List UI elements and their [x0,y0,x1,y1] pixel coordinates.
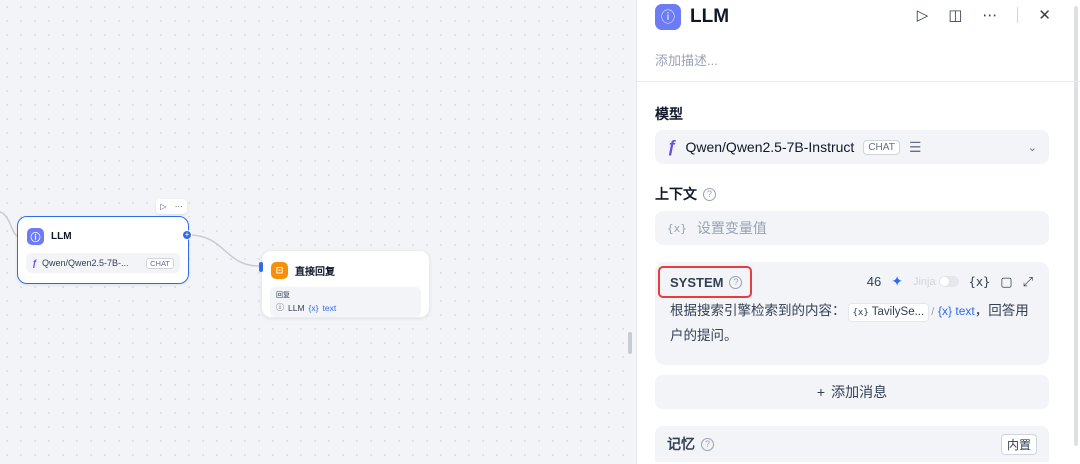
memory-section[interactable]: 记忆 ? 内置 [655,426,1049,462]
clipboard-icon[interactable]: ▢ [1000,274,1012,290]
panel-actions: ▷ ◫ ⋯ ✕ [917,6,1051,24]
llm-mini-icon: ⓘ [276,303,284,312]
expand-icon[interactable]: ⤢ [1023,274,1033,290]
model-mode-tag: CHAT [863,139,900,155]
reply-node-title: 直接回复 [295,267,335,278]
chevron-down-icon: ⌄ [1027,141,1037,154]
variable-pill[interactable]: {x} TavilySe... [847,303,930,322]
panel-resize-handle[interactable] [628,332,632,354]
prompt-text-before: 根据搜索引擎检索到的内容： [670,303,846,318]
model-label-text: 模型 [655,106,683,122]
jinja-toggle[interactable]: Jinja [913,276,959,288]
workflow-canvas[interactable]: ▷ ⋯ ⓘ LLM ƒ Qwen/Qwen2.5-7B-... CHAT + ⊡… [0,0,636,464]
insert-variable-icon[interactable]: {x} [969,275,991,289]
llm-node[interactable]: ⓘ LLM ƒ Qwen/Qwen2.5-7B-... CHAT + [17,216,192,284]
context-variable-input[interactable]: {x} 设置变量值 [655,211,1049,245]
system-role-label: SYSTEM ? [658,266,752,298]
play-icon[interactable]: ▷ [160,202,166,211]
sparkle-icon[interactable]: ✦ [891,273,903,290]
variable-separator: / [931,306,935,318]
model-provider-icon: ƒ [667,137,677,156]
reply-node-field: 回复 ⓘ LLM {x} text [270,287,421,317]
plus-icon: + [816,384,826,400]
memory-badge: 内置 [1000,433,1037,455]
variable-icon: {x} [308,302,319,313]
variable-icon: {x} [667,221,687,235]
jinja-label: Jinja [912,275,936,288]
model-provider-icon: ƒ [32,258,38,268]
more-icon[interactable]: ⋯ [982,6,997,24]
system-prompt-editor[interactable]: SYSTEM ? 46 ✦ Jinja {x} ▢ ⤢ 根据搜索引擎检索到的内容… [655,262,1049,365]
reply-node-input-handle[interactable] [259,262,263,272]
llm-node-model-name: Qwen/Qwen2.5-7B-... [42,258,129,268]
toggle-switch[interactable] [938,276,959,287]
llm-node-title: LLM [51,231,72,242]
variable-pill-name[interactable]: {x} text [938,304,975,318]
variable-icon: {x} [938,304,953,318]
add-message-button[interactable]: + 添加消息 [655,375,1049,409]
model-name: Qwen/Qwen2.5-7B-Instruct [685,139,855,155]
help-icon[interactable]: ? [701,437,714,451]
llm-node-model-tag: CHAT [146,257,174,269]
variable-icon: {x} [852,308,869,318]
variable-source: TavilySe... [871,306,925,318]
reply-node-field-label: 回复 [276,292,290,299]
reply-node[interactable]: ⊡ 直接回复 回复 ⓘ LLM {x} text [259,250,430,318]
system-prompt-text[interactable]: 根据搜索引擎检索到的内容： {x} TavilySe... / {x} text，回… [670,299,1040,347]
reply-node-variable: ⓘ LLM {x} text [276,302,415,313]
settings-sliders-icon[interactable]: ☰ [909,139,922,156]
memory-label: 记忆 [667,436,695,452]
context-placeholder: 设置变量值 [696,220,767,236]
help-icon[interactable]: ? [729,275,743,289]
close-icon[interactable]: ✕ [1038,6,1051,24]
model-selector[interactable]: ƒ Qwen/Qwen2.5-7B-Instruct CHAT ☰ ⌄ [655,130,1049,164]
llm-icon: ⓘ [655,4,681,30]
header-divider [1017,7,1019,23]
edge-start-to-llm [0,211,18,237]
panel-title: LLM [690,6,730,27]
reply-node-icon: ⊡ [271,262,288,279]
add-message-label: 添加消息 [831,384,888,400]
model-section-label: 模型 [655,104,683,124]
more-icon[interactable]: ⋯ [175,202,183,211]
prompt-toolbar: 46 ✦ Jinja {x} ▢ ⤢ [867,273,1033,290]
token-count: 46 [866,274,882,289]
reply-var-node: LLM [288,302,305,313]
llm-node-icon: ⓘ [27,228,44,245]
node-config-panel: ⓘ LLM ▷ ◫ ⋯ ✕ 添加描述... 模型 ƒ Qwen/Qwen2.5-… [636,0,1080,464]
node-toolbar: ▷ ⋯ [156,199,187,214]
reply-var-name: text [322,302,337,313]
context-section-label: 上下文 ? [655,184,716,204]
book-icon[interactable]: ◫ [948,6,962,24]
llm-node-output-handle[interactable]: + [182,230,192,240]
variable-name: text [955,304,975,318]
llm-node-model: ƒ Qwen/Qwen2.5-7B-... CHAT [26,253,180,273]
context-label-text: 上下文 [655,186,697,202]
run-node-icon[interactable]: ▷ [917,6,929,24]
system-role-text: SYSTEM [670,274,724,290]
panel-header: ⓘ LLM ▷ ◫ ⋯ ✕ 添加描述... [637,0,1080,82]
edge-llm-to-reply [188,234,260,267]
description-input[interactable]: 添加描述... [655,50,718,69]
help-icon[interactable]: ? [703,187,716,201]
